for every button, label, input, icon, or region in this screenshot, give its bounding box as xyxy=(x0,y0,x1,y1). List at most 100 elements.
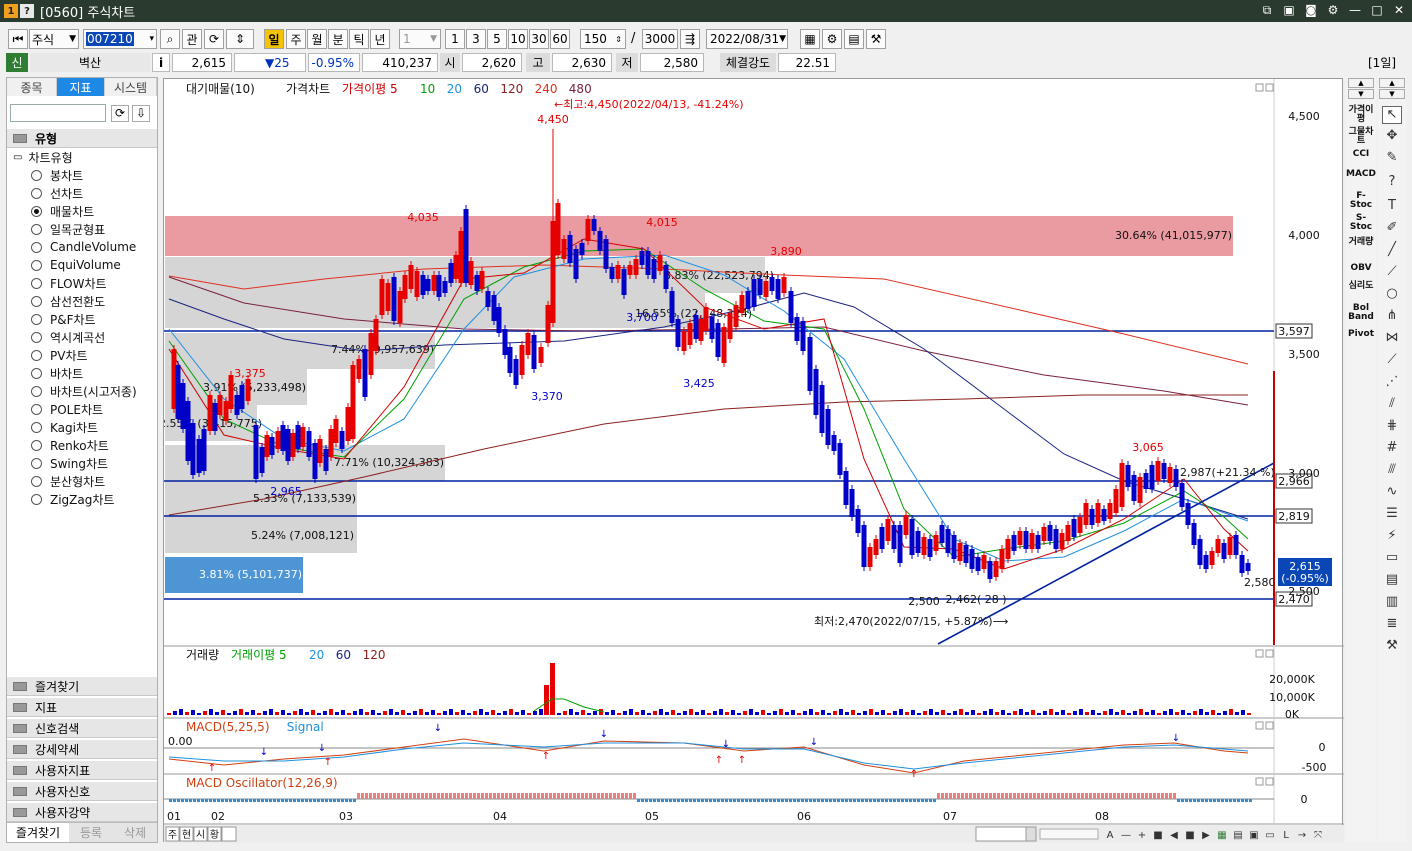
candle-body[interactable] xyxy=(217,395,223,415)
candle-body[interactable] xyxy=(485,291,491,307)
scroll-right-icon[interactable] xyxy=(1025,826,1037,842)
erase-icon[interactable]: ✎ xyxy=(1382,150,1402,168)
circle-icon[interactable]: ○ xyxy=(1382,286,1402,304)
candle-body[interactable] xyxy=(963,545,969,563)
bar-chart-icon[interactable]: ▥ xyxy=(1382,594,1402,612)
candle-body[interactable] xyxy=(468,261,474,285)
candle-body[interactable] xyxy=(1041,527,1047,541)
candle-body[interactable] xyxy=(379,279,385,315)
period-minute-button[interactable]: 분 xyxy=(328,29,348,49)
candle-body[interactable] xyxy=(681,331,687,351)
line-icon[interactable]: ╱ xyxy=(1382,242,1402,260)
candle-body[interactable] xyxy=(1131,475,1137,501)
candle-body[interactable] xyxy=(1053,529,1059,549)
candle-body[interactable] xyxy=(1059,533,1065,549)
candle-body[interactable] xyxy=(1119,463,1125,507)
date-picker[interactable]: 2022/08/31 ▼ xyxy=(706,29,788,49)
document-icon[interactable]: ▤ xyxy=(1382,572,1402,590)
candle-body[interactable] xyxy=(496,307,502,333)
candle-body[interactable] xyxy=(645,251,651,275)
gwan-button[interactable]: 관 xyxy=(182,29,202,49)
scroll-down-icon[interactable]: ▼ xyxy=(1379,89,1405,99)
candle-body[interactable] xyxy=(939,525,945,543)
pane-control-icon[interactable] xyxy=(1255,721,1264,730)
candle-body[interactable] xyxy=(519,345,525,375)
chart-type-radio-7[interactable]: 삼선전환도 xyxy=(7,292,105,310)
candle-body[interactable] xyxy=(969,549,975,569)
candle-body[interactable] xyxy=(627,265,633,275)
settings-icon[interactable]: ⚙ xyxy=(1326,3,1340,18)
candle-body[interactable] xyxy=(573,249,579,279)
candle-body[interactable] xyxy=(1035,535,1041,549)
candle-body[interactable] xyxy=(385,283,391,311)
candle-body[interactable] xyxy=(621,269,627,295)
candle-body[interactable] xyxy=(474,275,480,291)
period-tick-button[interactable]: 틱 xyxy=(349,29,369,49)
chart-canvas[interactable]: 30.64% (41,015,977)8.83% (22,523,794)16.… xyxy=(159,79,1344,843)
close-icon[interactable]: ✕ xyxy=(1392,3,1406,18)
pane-control-icon[interactable] xyxy=(1255,649,1264,658)
candle-body[interactable] xyxy=(1101,509,1107,521)
candle-body[interactable] xyxy=(1173,469,1179,487)
candle-body[interactable] xyxy=(657,255,663,271)
candle-body[interactable] xyxy=(769,277,775,291)
candle-body[interactable] xyxy=(993,561,999,577)
candle-body[interactable] xyxy=(807,337,813,391)
chart-type-radio-14[interactable]: Kagi차트 xyxy=(7,418,98,436)
tab-favorites[interactable]: 즐겨찾기 xyxy=(7,823,69,842)
period-month-button[interactable]: 월 xyxy=(307,29,327,49)
tools-icon[interactable]: ⚒ xyxy=(866,29,886,49)
fibo-icon[interactable]: ⋕ xyxy=(1382,418,1402,436)
auto-icon[interactable]: ⚡ xyxy=(1382,528,1402,546)
gear-icon[interactable]: ⚙ xyxy=(822,29,842,49)
updown-stepper[interactable]: ⇕ xyxy=(226,29,254,49)
candle-body[interactable] xyxy=(1155,461,1161,481)
candle-body[interactable] xyxy=(259,447,265,473)
candle-body[interactable] xyxy=(431,275,437,291)
candle-body[interactable] xyxy=(591,219,597,231)
candle-body[interactable] xyxy=(1047,525,1053,541)
scroll-up-icon[interactable]: ▲ xyxy=(1348,78,1374,88)
pen-icon[interactable]: ✐ xyxy=(1382,220,1402,238)
candle-body[interactable] xyxy=(609,267,615,279)
candle-body[interactable] xyxy=(1161,463,1167,479)
zigzag-icon[interactable]: ⋈ xyxy=(1382,330,1402,348)
candle-body[interactable] xyxy=(239,385,245,409)
candle-body[interactable] xyxy=(721,327,727,363)
chart-type-radio-10[interactable]: PV차트 xyxy=(7,346,88,364)
indicator-button-4[interactable]: F-Stoc xyxy=(1346,192,1376,210)
candle-body[interactable] xyxy=(1197,539,1203,565)
chart-type-radio-8[interactable]: P&F차트 xyxy=(7,310,96,328)
candle-body[interactable] xyxy=(651,259,657,279)
channel-icon[interactable]: ⫽ xyxy=(1382,396,1402,414)
period-year-button[interactable]: 년 xyxy=(370,29,390,49)
tick-select[interactable]: 1 ▼ xyxy=(399,29,441,49)
candle-body[interactable] xyxy=(207,395,213,431)
candle-body[interactable] xyxy=(1227,537,1233,555)
candle-body[interactable] xyxy=(275,431,281,449)
candle-body[interactable] xyxy=(368,333,374,375)
candle-body[interactable] xyxy=(436,275,442,297)
chart-tool-icon[interactable]: ▣ xyxy=(1249,830,1258,841)
delete-button[interactable]: 삭제 xyxy=(113,823,157,842)
interval-1-button[interactable]: 1 xyxy=(445,29,465,49)
candle-body[interactable] xyxy=(317,439,323,463)
indicator-button-9[interactable]: Bol Band xyxy=(1346,304,1376,322)
minimize-icon[interactable]: — xyxy=(1348,3,1362,18)
candle-body[interactable] xyxy=(323,449,329,471)
candle-body[interactable] xyxy=(458,231,464,283)
candle-body[interactable] xyxy=(245,379,251,401)
candle-body[interactable] xyxy=(739,295,745,313)
indicator-button-10[interactable]: Pivot xyxy=(1346,330,1376,339)
candle-body[interactable] xyxy=(555,203,561,255)
folder-0[interactable]: 즐겨찾기 xyxy=(7,676,157,696)
chart-type-radio-9[interactable]: 역시계곡선 xyxy=(7,328,105,346)
candle-body[interactable] xyxy=(196,439,202,473)
period-week-button[interactable]: 주 xyxy=(286,29,306,49)
candle-body[interactable] xyxy=(1095,503,1101,523)
register-button[interactable]: 등록 xyxy=(69,823,113,842)
candle-body[interactable] xyxy=(397,291,403,323)
layout-icon[interactable]: ▦ xyxy=(800,29,820,49)
candle-body[interactable] xyxy=(757,279,763,295)
candle-body[interactable] xyxy=(885,519,891,541)
